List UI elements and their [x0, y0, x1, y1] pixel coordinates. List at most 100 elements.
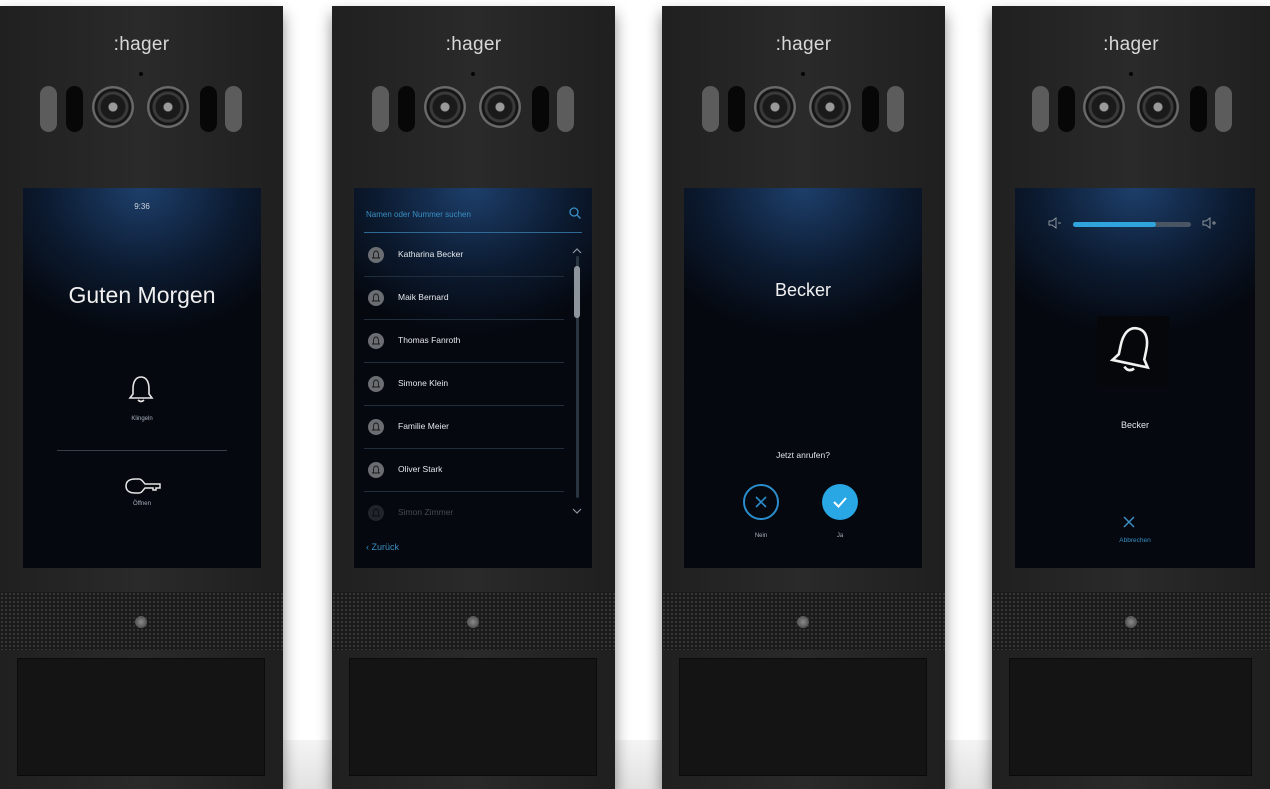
contact-name: Familie Meier	[398, 421, 450, 431]
led-slot	[862, 86, 879, 132]
led-slot	[200, 86, 217, 132]
led-slot	[702, 86, 719, 132]
contact-row[interactable]: Oliver Stark	[364, 449, 564, 492]
brand-logo: :hager	[113, 34, 170, 55]
contact-name: Thomas Fanroth	[398, 335, 461, 345]
name-plate-module	[349, 658, 597, 776]
led-slot	[557, 86, 574, 132]
contact-row[interactable]: Thomas Fanroth	[364, 320, 564, 363]
chevron-up-icon[interactable]	[570, 246, 584, 256]
camera-module	[0, 84, 283, 134]
touch-screen: Namen oder Nummer suchen Katharina Becke…	[354, 188, 592, 568]
divider	[57, 450, 227, 451]
contact-list: Katharina Becker Maik Bernard Thomas Fan…	[364, 234, 564, 534]
contact-row[interactable]: Simon Zimmer	[364, 492, 564, 534]
ring-button-label[interactable]: Klingeln	[23, 416, 261, 422]
volume-level	[1073, 222, 1156, 227]
close-icon	[755, 496, 767, 508]
search-underline	[364, 232, 582, 233]
touch-screen: Becker Jetzt anrufen? Nein Ja	[684, 188, 922, 568]
call-question: Jetzt anrufen?	[776, 450, 830, 460]
no-label[interactable]: Nein	[743, 533, 779, 539]
camera-lens	[809, 86, 851, 128]
volume-up-icon[interactable]	[1201, 216, 1217, 230]
intercom-panel-calling: :hager Becker Abbrechen	[992, 6, 1270, 789]
ringing-indicator	[1097, 316, 1169, 386]
search-icon[interactable]	[568, 206, 582, 220]
yes-button[interactable]	[822, 484, 858, 520]
cancel-button[interactable]: Abbrechen	[1015, 537, 1255, 544]
bell-avatar-icon	[368, 290, 384, 306]
intercom-panel-confirm: :hager Becker Jetzt anrufen? Nein Ja	[662, 6, 945, 789]
led-slot	[225, 86, 242, 132]
led-slot	[1032, 86, 1049, 132]
brand-logo: :hager	[775, 34, 832, 55]
bell-avatar-icon	[368, 419, 384, 435]
camera-lens	[92, 86, 134, 128]
camera-module	[662, 84, 945, 134]
camera-lens	[1137, 86, 1179, 128]
callee-name: Becker	[774, 280, 832, 300]
bell-avatar-icon	[368, 505, 384, 521]
name-plate-module	[17, 658, 265, 776]
light-sensor	[1129, 72, 1133, 76]
callee-name: Becker	[1120, 420, 1149, 430]
light-sensor	[801, 72, 805, 76]
microphone	[1125, 616, 1137, 628]
bell-avatar-icon	[368, 247, 384, 263]
light-sensor	[471, 72, 475, 76]
contact-name: Maik Bernard	[398, 292, 449, 302]
brand-logo: :hager	[445, 34, 502, 55]
name-plate-module	[1009, 658, 1252, 776]
bell-avatar-icon	[368, 333, 384, 349]
led-slot	[40, 86, 57, 132]
key-icon[interactable]	[123, 476, 163, 496]
bell-icon	[1109, 326, 1150, 372]
greeting-text: Guten Morgen	[68, 282, 216, 308]
yes-label[interactable]: Ja	[822, 533, 858, 539]
chevron-down-icon[interactable]	[570, 506, 584, 516]
microphone	[797, 616, 809, 628]
touch-screen: Becker Abbrechen	[1015, 188, 1255, 568]
check-icon	[833, 497, 847, 508]
contact-row[interactable]: Familie Meier	[364, 406, 564, 449]
led-slot	[398, 86, 415, 132]
intercom-panel-home: :hager 9:36 Guten Morgen Klingeln Öffnen	[0, 6, 283, 789]
led-slot	[1190, 86, 1207, 132]
open-button-label[interactable]: Öffnen	[23, 501, 261, 507]
led-slot	[1215, 86, 1232, 132]
bell-icon[interactable]	[128, 374, 154, 404]
search-input[interactable]: Namen oder Nummer suchen	[366, 210, 471, 219]
light-sensor	[139, 72, 143, 76]
contact-row[interactable]: Katharina Becker	[364, 234, 564, 277]
microphone	[135, 616, 147, 628]
camera-lens	[754, 86, 796, 128]
led-slot	[66, 86, 83, 132]
back-button[interactable]: ‹ Zurück	[366, 542, 399, 552]
camera-module	[332, 84, 615, 134]
contact-name: Katharina Becker	[398, 249, 464, 259]
no-button[interactable]	[743, 484, 779, 520]
led-slot	[372, 86, 389, 132]
back-label: Zurück	[371, 542, 400, 552]
intercom-panel-directory: :hager Namen oder Nummer suchen Katharin…	[332, 6, 615, 789]
brand-logo: :hager	[1103, 34, 1159, 55]
name-plate-module	[679, 658, 927, 776]
volume-slider[interactable]	[1073, 222, 1191, 227]
bell-avatar-icon	[368, 462, 384, 478]
camera-lens	[479, 86, 521, 128]
microphone	[467, 616, 479, 628]
contact-row[interactable]: Maik Bernard	[364, 277, 564, 320]
led-slot	[728, 86, 745, 132]
camera-lens	[147, 86, 189, 128]
volume-down-icon[interactable]	[1047, 216, 1063, 230]
clock: 9:36	[134, 202, 150, 211]
camera-module	[992, 84, 1270, 134]
close-icon[interactable]	[1121, 514, 1137, 530]
bell-avatar-icon	[368, 376, 384, 392]
led-slot	[887, 86, 904, 132]
chevron-left-icon: ‹	[366, 542, 369, 552]
scrollbar-thumb[interactable]	[574, 266, 580, 318]
contact-row[interactable]: Simone Klein	[364, 363, 564, 406]
led-slot	[532, 86, 549, 132]
